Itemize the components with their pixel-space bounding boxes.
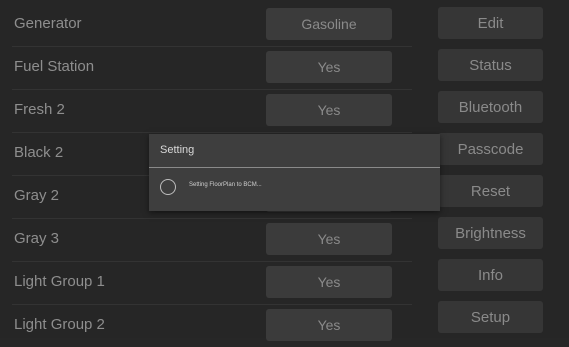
- settings-row-gray-3: Gray 3 Yes: [12, 219, 412, 262]
- generator-value-button[interactable]: Gasoline: [266, 8, 392, 40]
- dialog-body: Setting FloorPlan to BCM...: [149, 168, 440, 211]
- info-button[interactable]: Info: [438, 259, 543, 291]
- settings-row-fuel-station: Fuel Station Yes: [12, 47, 412, 90]
- settings-row-light-group-1: Light Group 1 Yes: [12, 262, 412, 305]
- row-label: Fresh 2: [14, 101, 65, 118]
- dialog-title: Setting: [149, 134, 440, 168]
- fuel-station-value-button[interactable]: Yes: [266, 51, 392, 83]
- status-button[interactable]: Status: [438, 49, 543, 81]
- dialog-message: Setting FloorPlan to BCM...: [189, 182, 262, 188]
- row-label: Gray 2: [14, 187, 60, 204]
- light-group-1-value-button[interactable]: Yes: [266, 266, 392, 298]
- settings-row-light-group-2: Light Group 2 Yes: [12, 305, 412, 347]
- row-label: Fuel Station: [14, 58, 95, 75]
- row-label: Black 2: [14, 144, 64, 161]
- gray-3-value-button[interactable]: Yes: [266, 223, 392, 255]
- app-screen: Generator Gasoline Fuel Station Yes Fres…: [0, 0, 569, 341]
- bluetooth-button[interactable]: Bluetooth: [438, 91, 543, 123]
- edit-button[interactable]: Edit: [438, 7, 543, 39]
- row-label: Gray 3: [14, 230, 60, 247]
- light-group-2-value-button[interactable]: Yes: [266, 309, 392, 341]
- row-label: Light Group 1: [14, 273, 105, 290]
- side-menu: Edit Status Bluetooth Passcode Reset Bri…: [438, 7, 543, 343]
- row-label: Light Group 2: [14, 316, 105, 333]
- loading-spinner-icon: [160, 179, 176, 195]
- passcode-button[interactable]: Passcode: [438, 133, 543, 165]
- setup-button[interactable]: Setup: [438, 301, 543, 333]
- settings-row-fresh-2: Fresh 2 Yes: [12, 90, 412, 133]
- fresh-2-value-button[interactable]: Yes: [266, 94, 392, 126]
- brightness-button[interactable]: Brightness: [438, 217, 543, 249]
- settings-row-generator: Generator Gasoline: [12, 4, 412, 47]
- setting-progress-dialog: Setting Setting FloorPlan to BCM...: [149, 134, 440, 211]
- reset-button[interactable]: Reset: [438, 175, 543, 207]
- row-label: Generator: [14, 15, 82, 32]
